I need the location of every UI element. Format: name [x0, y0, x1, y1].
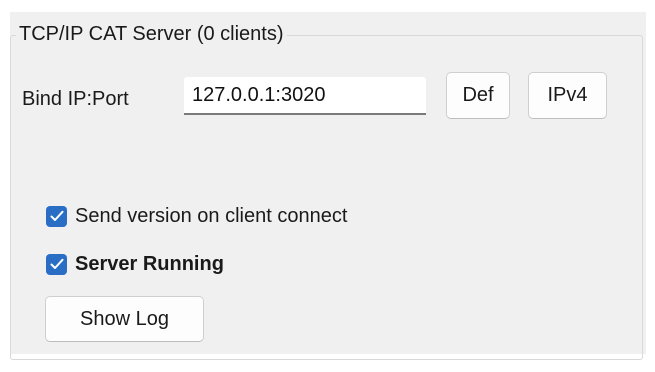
def-button[interactable]: Def [446, 72, 510, 119]
window: TCP/IP CAT Server (0 clients) Bind IP:Po… [0, 0, 655, 372]
send-version-checkbox-row[interactable]: Send version on client connect [46, 204, 347, 228]
server-running-checkbox[interactable] [46, 253, 67, 275]
send-version-checkbox[interactable] [46, 205, 67, 227]
checkmark-icon [50, 210, 63, 221]
bind-ip-port-label: Bind IP:Port [22, 88, 129, 110]
bind-ip-port-input[interactable] [184, 77, 426, 115]
send-version-label: Send version on client connect [75, 205, 348, 227]
ipv4-button[interactable]: IPv4 [528, 72, 607, 119]
checkmark-icon [50, 258, 63, 269]
tcpip-cat-server-panel: TCP/IP CAT Server (0 clients) Bind IP:Po… [10, 12, 646, 360]
server-running-checkbox-row[interactable]: Server Running [46, 252, 224, 276]
server-running-label: Server Running [75, 253, 224, 275]
group-title: TCP/IP CAT Server (0 clients) [16, 21, 287, 47]
show-log-button[interactable]: Show Log [45, 296, 204, 342]
